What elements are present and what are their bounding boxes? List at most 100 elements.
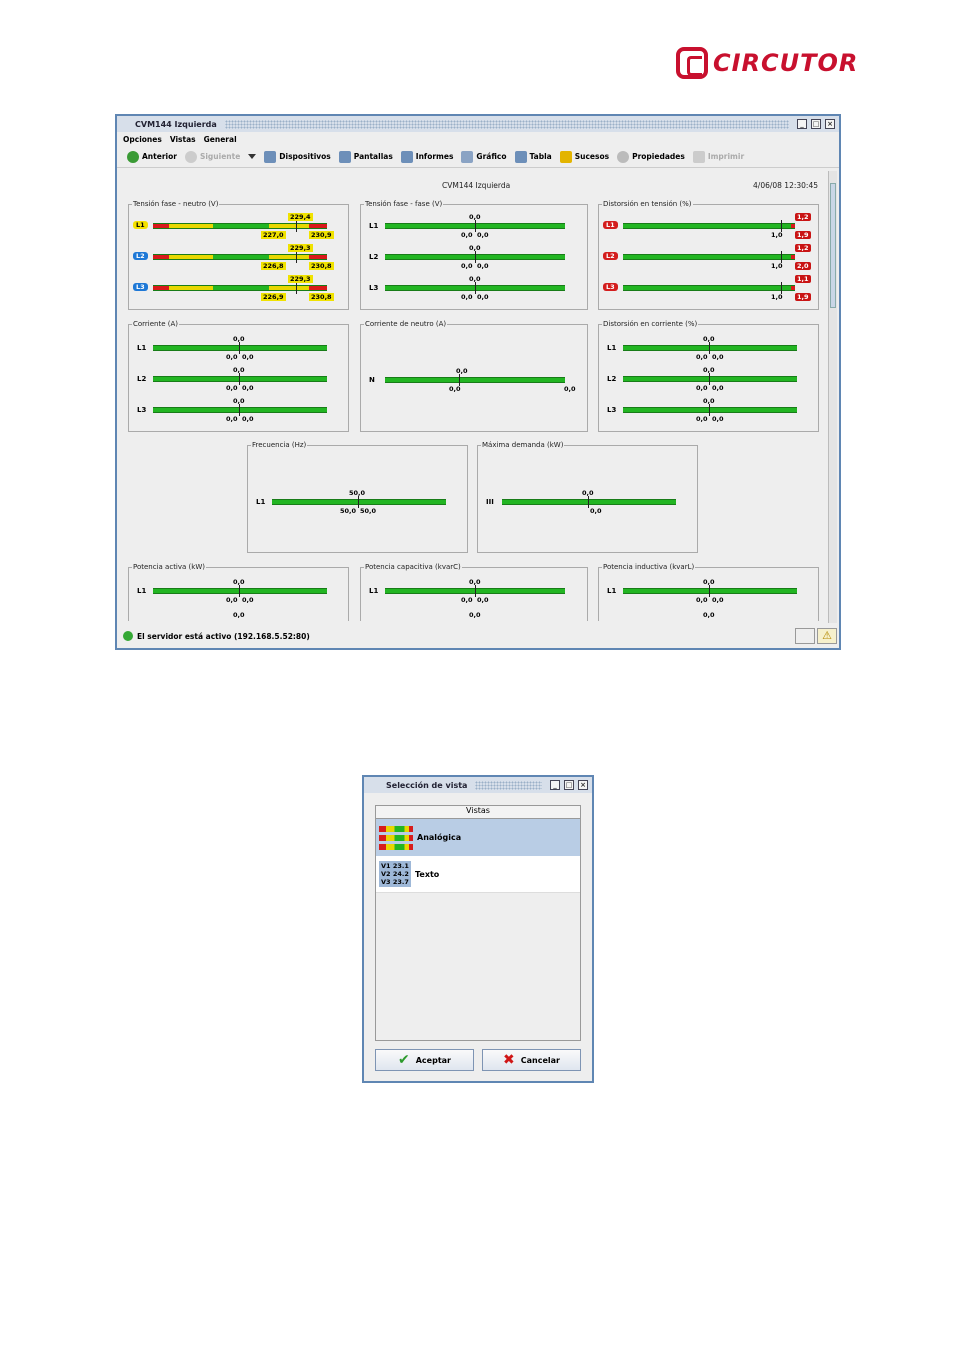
meter-bar [153, 342, 327, 354]
window-title: CVM144 Izquierda [135, 119, 217, 129]
meter-bar [623, 282, 795, 294]
panel-potencia-capacitiva: Potencia capacitiva (kvarC) L1 0,0 0,0 0,0 0… [360, 563, 588, 621]
close-icon[interactable]: × [825, 119, 835, 129]
meter-row: L1 0,0 0,0 0,0 0,0 [129, 576, 348, 619]
dispositivos-button[interactable]: Dispositivos [264, 150, 331, 163]
meter-bar [385, 374, 565, 386]
panel-frecuencia: Frecuencia (Hz) L1 50,0 50,0 50,0 [247, 441, 468, 553]
view-selection-dialog: Selección de vista _ □ × Vistas Analógic… [362, 775, 594, 1083]
meter-row: L3 0,0 0,0 0,0 [599, 395, 818, 425]
meter-row: N 0,0 0,0 0,0 [369, 367, 576, 393]
meter-bar [153, 404, 327, 416]
vertical-scrollbar[interactable] [828, 171, 837, 623]
meter-row: L2 229,3 226,8 230,8 [129, 242, 348, 272]
minimize-icon[interactable]: _ [797, 119, 807, 129]
cross-icon: ✖ [503, 1052, 515, 1068]
meter-row: L2 0,0 0,0 0,0 [129, 364, 348, 394]
toolbar: Anterior Siguiente Dispositivos Pantalla… [117, 146, 839, 168]
meter-bar [385, 282, 565, 294]
circutor-logo-mark [676, 47, 708, 79]
meter-bar [153, 220, 327, 232]
meter-bar [153, 251, 327, 263]
datetime: 4/06/08 12:30:45 [753, 181, 818, 190]
tabla-button[interactable]: Tabla [514, 150, 552, 163]
window-titlebar[interactable]: CVM144 Izquierda _ □ × [117, 116, 839, 132]
meter-row: L3 0,0 0,0 0,0 [129, 395, 348, 425]
events-icon [559, 150, 572, 163]
scrollbar-thumb[interactable] [830, 183, 836, 308]
meter-row: L2 0,0 0,0 0,0 [361, 242, 587, 272]
meter-bar [153, 373, 327, 385]
forward-arrow-icon [184, 150, 197, 163]
status-text: El servidor está activo (192.168.5.52:80… [137, 631, 310, 641]
panel-corriente: Corriente (A) L1 0,0 0,0 0,0 L2 0,0 0,0 0,0 L3… [128, 320, 349, 432]
meter-bar [623, 585, 797, 597]
aceptar-button[interactable]: ✔ Aceptar [375, 1049, 474, 1071]
panel-distorsion-tension: Distorsión en tensión (%) L1 1,2 1,0 1,9 L2… [598, 200, 819, 310]
pantallas-button[interactable]: Pantallas [338, 150, 393, 163]
check-icon: ✔ [398, 1052, 410, 1068]
dialog-title: Selección de vista [386, 780, 468, 790]
panel-tension-fase-fase: Tensión fase - fase (V) L1 0,0 0,0 0,0 L2 0,… [360, 200, 588, 310]
properties-icon [617, 150, 630, 163]
panel-maxima-demanda: Máxima demanda (kW) III 0,0 0,0 [477, 441, 698, 553]
sucesos-button[interactable]: Sucesos [559, 150, 609, 163]
meter-bar [623, 404, 797, 416]
meter-row: L1 0,0 0,0 0,0 0,0 [361, 576, 587, 619]
grafico-button[interactable]: Gráfico [461, 150, 507, 163]
maximize-icon[interactable]: □ [564, 780, 574, 790]
view-item-texto[interactable]: V1 23.1 V2 24.2 V3 23.7 Texto [376, 856, 580, 893]
meter-bar [623, 220, 795, 232]
meter-row: L1 0,0 0,0 0,0 [129, 333, 348, 363]
menu-general[interactable]: General [204, 135, 237, 144]
list-header: Vistas [376, 806, 580, 819]
minimize-icon[interactable]: _ [550, 780, 560, 790]
panel-corriente-neutro: Corriente de neutro (A) N 0,0 0,0 0,0 [360, 320, 588, 432]
device-icon [264, 150, 277, 163]
propiedades-button[interactable]: Propiedades [617, 150, 685, 163]
meter-bar [385, 220, 565, 232]
logo-text: CIRCUTOR [713, 49, 859, 77]
main-window: CVM144 Izquierda _ □ × Opciones Vistas G… [115, 114, 841, 650]
analog-meter-icon [379, 825, 413, 850]
measurements-area: CVM144 Izquierda 4/06/08 12:30:45 Tensió… [120, 171, 828, 621]
panel-tension-fase-neutro: Tensión fase - neutro (V) L1 229,4 227,0… [128, 200, 349, 310]
menu-opciones[interactable]: Opciones [123, 135, 162, 144]
meter-row: L3 1,1 1,0 1,9 [599, 273, 818, 303]
meter-row: L1 0,0 0,0 0,0 [361, 211, 587, 241]
cancelar-button[interactable]: ✖ Cancelar [482, 1049, 581, 1071]
panel-potencia-inductiva: Potencia inductiva (kvarL) L1 0,0 0,0 0,0 0,… [598, 563, 819, 621]
meter-bar [502, 496, 676, 508]
menu-vistas[interactable]: Vistas [170, 135, 196, 144]
meter-row: L3 229,3 226,9 230,8 [129, 273, 348, 303]
close-icon[interactable]: × [578, 780, 588, 790]
imprimir-button[interactable]: Imprimir [692, 150, 744, 163]
views-list: Vistas Analógica V1 23.1 V2 24.2 V3 23.7 T… [375, 805, 581, 1041]
print-icon [692, 150, 705, 163]
back-arrow-icon [127, 150, 139, 163]
informes-button[interactable]: Informes [400, 150, 453, 163]
meter-bar [385, 251, 565, 263]
status-box [795, 628, 815, 644]
screen-icon [338, 150, 351, 163]
chevron-down-icon[interactable] [248, 154, 257, 159]
view-item-analogica[interactable]: Analógica [376, 819, 580, 856]
siguiente-button[interactable]: Siguiente [184, 150, 240, 163]
meter-row: L1 0,0 0,0 0,0 [599, 333, 818, 363]
meter-bar [153, 282, 327, 294]
device-name: CVM144 Izquierda [442, 181, 511, 190]
meter-bar [385, 585, 565, 597]
meter-row: L1 1,2 1,0 1,9 [599, 211, 818, 241]
warning-icon[interactable]: ⚠ [817, 628, 837, 644]
menubar: Opciones Vistas General [117, 132, 839, 146]
meter-row: L1 50,0 50,0 50,0 [248, 487, 467, 517]
status-bar: El servidor está activo (192.168.5.52:80… [120, 627, 828, 645]
anterior-button[interactable]: Anterior [127, 150, 177, 163]
meter-row: III 0,0 0,0 [478, 487, 697, 517]
text-view-icon: V1 23.1 V2 24.2 V3 23.7 [379, 861, 411, 887]
maximize-icon[interactable]: □ [811, 119, 821, 129]
dialog-titlebar[interactable]: Selección de vista _ □ × [364, 777, 592, 793]
meter-bar [623, 342, 797, 354]
chart-icon [461, 150, 474, 163]
meter-row: L2 0,0 0,0 0,0 [599, 364, 818, 394]
